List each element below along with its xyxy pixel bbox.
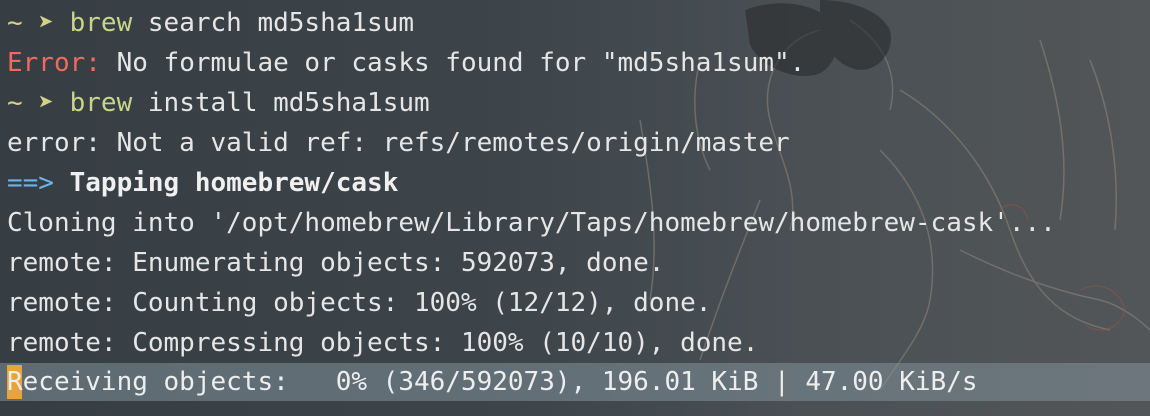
output-line: error: Not a valid ref: refs/remotes/ori… bbox=[7, 128, 790, 158]
section-title: Tapping homebrew/cask bbox=[53, 168, 399, 198]
error-message: No formulae or casks found for "md5sha1s… bbox=[100, 48, 806, 78]
command-args: search md5sha1sum bbox=[132, 8, 415, 38]
error-line: Error: No formulae or casks found for "m… bbox=[7, 43, 1150, 83]
command-args: install md5sha1sum bbox=[132, 88, 430, 118]
command-name: brew bbox=[69, 88, 133, 118]
prompt-symbol: ~ ➤ bbox=[7, 8, 70, 38]
current-line-highlight: Receiving objects: 0% (346/592073), 196.… bbox=[0, 363, 1150, 401]
progress-status-text: Receiving objects: 0% (346/592073), 196.… bbox=[7, 367, 978, 397]
command-line: ~ ➤ brew search md5sha1sum bbox=[7, 3, 1150, 43]
section-header-line: ==> Tapping homebrew/cask bbox=[7, 163, 1150, 203]
output-line: Cloning into '/opt/homebrew/Library/Taps… bbox=[7, 208, 1056, 238]
command-line: ~ ➤ brew install md5sha1sum bbox=[7, 83, 1150, 123]
output-line: remote: Counting objects: 100% (12/12), … bbox=[7, 288, 712, 318]
output-line: remote: Enumerating objects: 592073, don… bbox=[7, 248, 665, 278]
terminal-output: ~ ➤ brew search md5sha1sum Error: No for… bbox=[7, 3, 1150, 363]
arrow-marker: ==> bbox=[7, 168, 54, 198]
command-name: brew bbox=[69, 8, 133, 38]
error-label: Error: bbox=[7, 48, 101, 78]
output-line: remote: Compressing objects: 100% (10/10… bbox=[7, 328, 759, 358]
terminal-window[interactable]: ~ ➤ brew search md5sha1sum Error: No for… bbox=[0, 0, 1150, 416]
prompt-symbol: ~ ➤ bbox=[7, 88, 70, 118]
